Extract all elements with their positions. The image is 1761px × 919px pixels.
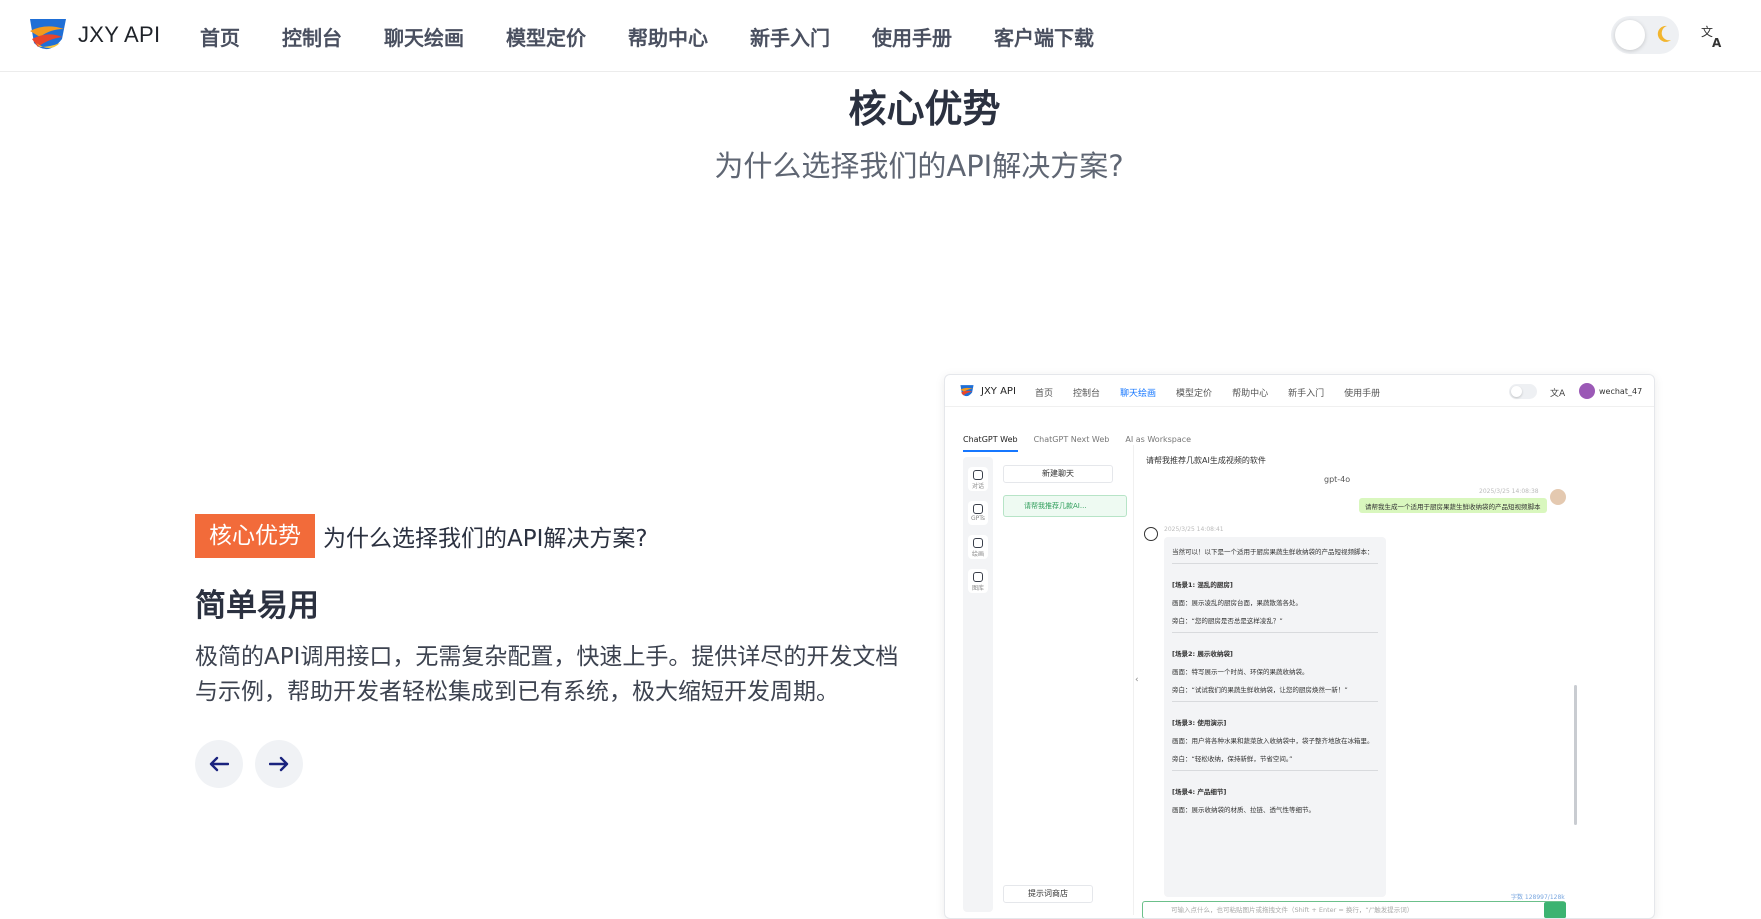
preview-prompt-shop-button: 提示词商店 [1003, 885, 1093, 903]
brand-logo-icon [30, 19, 66, 50]
preview-topbar: JXY API 首页 控制台 聊天绘画 模型定价 帮助中心 新手入门 使用手册 … [945, 375, 1654, 407]
preview-nav-item: 帮助中心 [1232, 389, 1269, 399]
preview-brand: JXY API [959, 383, 1016, 399]
preview-scene-title: [场景1: 混乱的厨房] [1172, 581, 1233, 589]
preview-chat-item: 请帮我推荐几款AI... [1003, 495, 1127, 517]
brand[interactable]: JXY API [26, 13, 160, 57]
preview-translate-icon: 文A [1550, 389, 1566, 399]
preview-nav-item: 使用手册 [1344, 389, 1381, 399]
preview-nav-item-active: 聊天绘画 [1120, 389, 1157, 399]
nav-item-help[interactable]: 帮助中心 [628, 22, 708, 51]
arrow-right-icon [269, 756, 289, 772]
carousel-next-button[interactable] [255, 740, 303, 788]
preview-gpts-icon: GPTs [968, 501, 988, 525]
nav-item-console[interactable]: 控制台 [282, 22, 342, 51]
carousel-prev-button[interactable] [195, 740, 243, 788]
feature-tag-text: 为什么选择我们的API解决方案? [323, 526, 648, 552]
preview-scene-title: [场景2: 展示收纳袋] [1172, 650, 1233, 658]
preview-tab: ChatGPT Next Web [1033, 435, 1110, 444]
preview-scene-voice: 旁白：“您的厨房是否总是这样凌乱？” [1172, 617, 1283, 625]
translate-icon[interactable]: 文 A [1700, 23, 1726, 49]
theme-toggle[interactable] [1611, 16, 1679, 54]
preview-nav-item: 模型定价 [1176, 389, 1213, 399]
preview-scene-voice: 旁白：“轻松收纳，保持新鲜，节省空间。” [1172, 755, 1293, 763]
preview-gallery-icon: 图库 [968, 569, 988, 593]
preview-tab-active: ChatGPT Web [963, 435, 1018, 452]
nav-item-manual[interactable]: 使用手册 [872, 22, 952, 51]
arrow-left-icon [209, 756, 229, 772]
preview-nav-item: 首页 [1035, 389, 1054, 399]
section-title: 核心优势 [848, 87, 1001, 131]
nav-item-home[interactable]: 首页 [200, 22, 240, 51]
preview-nav: 首页 控制台 聊天绘画 模型定价 帮助中心 新手入门 使用手册 [1035, 386, 1400, 399]
section-subtitle: 为什么选择我们的API解决方案? [714, 149, 1124, 183]
nav-item-client-download[interactable]: 客户端下载 [994, 22, 1094, 51]
preview-nav-item: 新手入门 [1288, 389, 1325, 399]
preview-user-time: 2025/3/25 14:08:38 [1479, 488, 1539, 495]
feature-title: 简单易用 [195, 588, 319, 624]
preview-username: wechat_47 [1599, 386, 1643, 396]
product-preview-screenshot: JXY API 首页 控制台 聊天绘画 模型定价 帮助中心 新手入门 使用手册 … [944, 374, 1655, 919]
preview-theme-toggle [1509, 384, 1537, 399]
preview-scene-visual: 画面：用户将各种水果和蔬菜放入收纳袋中，袋子整齐地放在冰箱里。 [1172, 737, 1374, 745]
preview-scene-visual: 画面：展示收纳袋的材质、拉链、透气性等细节。 [1172, 806, 1315, 814]
preview-bot-message: 当然可以！以下是一个适用于厨房果蔬生鲜收纳袋的产品短视频脚本： [场景1: 混乱… [1164, 537, 1386, 897]
feature-tag-row: 核心优势 为什么选择我们的API解决方案? [195, 514, 648, 558]
top-navigation-bar: JXY API 首页 控制台 聊天绘画 模型定价 帮助中心 新手入门 使用手册 … [0, 0, 1761, 72]
preview-gpt-icon [1144, 527, 1158, 541]
preview-chat-title: 请帮我推荐几款AI生成视频的软件 [1146, 456, 1266, 465]
preview-user-avatar [1579, 383, 1595, 399]
preview-chat-list: 新建聊天 请帮我推荐几款AI... 提示词商店 [1003, 457, 1128, 912]
preview-palette-icon: 绘画 [968, 535, 988, 559]
preview-user: wechat_47 [1579, 383, 1642, 399]
preview-scene-title: [场景4: 产品细节] [1172, 788, 1227, 796]
preview-send-icon [1544, 902, 1566, 918]
nav-item-chat-draw[interactable]: 聊天绘画 [384, 22, 464, 51]
preview-token-count: 字数 128997/128k [1511, 894, 1565, 901]
nav-item-getting-started[interactable]: 新手入门 [750, 22, 830, 51]
feature-description: 极简的API调用接口，无需复杂配置，快速上手。提供详尽的开发文档与示例，帮助开发… [195, 644, 899, 705]
main-nav: 首页 控制台 聊天绘画 模型定价 帮助中心 新手入门 使用手册 客户端下载 [200, 0, 1136, 72]
preview-logo-icon [960, 385, 974, 397]
preview-chat-icon: 对话 [968, 467, 988, 491]
nav-item-pricing[interactable]: 模型定价 [506, 22, 586, 51]
preview-nav-item: 控制台 [1073, 389, 1101, 399]
preview-scene-voice: 旁白：“试试我们的果蔬生鲜收纳袋，让您的厨房焕然一新！” [1172, 686, 1348, 694]
preview-scrollbar [1574, 685, 1577, 825]
preview-scene-visual: 画面：展示凌乱的厨房台面，果蔬散落各处。 [1172, 599, 1302, 607]
preview-bot-intro: 当然可以！以下是一个适用于厨房果蔬生鲜收纳袋的产品短视频脚本： [1172, 548, 1374, 556]
preview-chat-input: 可输入点什么，也可粘贴图片或拖拽文件（Shift + Enter = 换行，“/… [1142, 901, 1566, 918]
theme-toggle-knob [1615, 20, 1645, 50]
preview-scene-visual: 画面：特写展示一个时尚、环保的果蔬收纳袋。 [1172, 668, 1309, 676]
preview-chat-panel: 请帮我推荐几款AI生成视频的软件 gpt-4o 2025/3/25 14:08:… [1133, 445, 1643, 918]
preview-brand-name: JXY API [981, 385, 1016, 397]
feature-tag: 核心优势 [195, 514, 315, 558]
preview-model-label: gpt-4o [1324, 475, 1351, 484]
preview-user-avatar-icon [1550, 489, 1566, 505]
preview-scene-title: [场景3: 使用演示] [1172, 719, 1227, 727]
moon-icon [1657, 25, 1671, 42]
preview-new-chat-button: 新建聊天 [1003, 465, 1113, 483]
preview-user-message: 请帮我生成一个适用于厨房果蔬生鲜收纳袋的产品短视频脚本 [1359, 498, 1547, 513]
preview-bot-time: 2025/3/25 14:08:41 [1164, 526, 1224, 533]
preview-side-rail: 对话 GPTs 绘画 图库 [963, 457, 993, 912]
svg-text:A: A [1712, 36, 1722, 49]
brand-name: JXY API [78, 22, 161, 47]
